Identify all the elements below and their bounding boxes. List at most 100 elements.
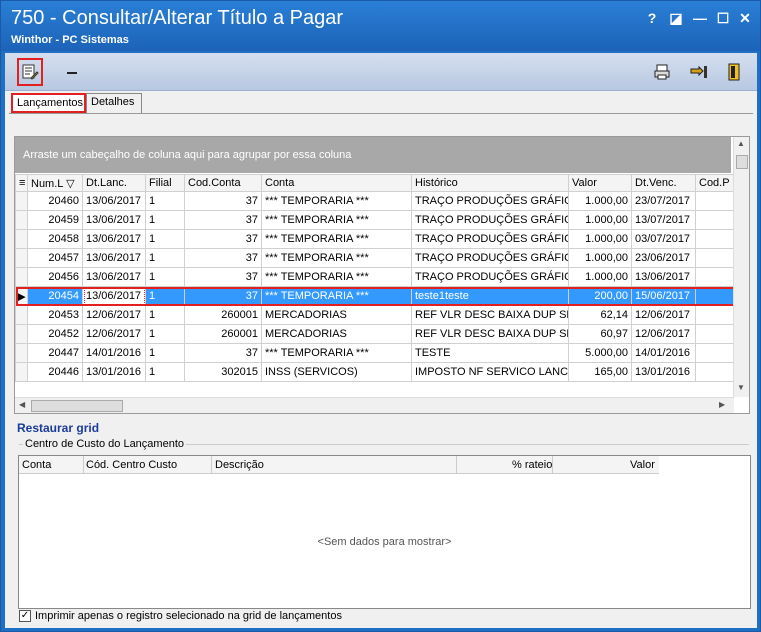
grid-cell[interactable]: 13/07/2017 xyxy=(631,210,696,230)
grid-cell[interactable]: 14/01/2016 xyxy=(631,343,696,363)
grid-cell[interactable]: 23/06/2017 xyxy=(631,248,696,268)
grid-cell[interactable]: TRAÇO PRODUÇÕES GRÁFICAS xyxy=(411,248,569,268)
grid-cell[interactable]: *** TEMPORARIA *** xyxy=(261,191,412,211)
grid-cell[interactable]: 302015 xyxy=(184,362,262,382)
cc-header-valor[interactable]: Valor xyxy=(630,459,655,471)
row-indicator[interactable] xyxy=(15,305,28,325)
grid-cell[interactable]: 1 xyxy=(145,191,185,211)
grid-cell[interactable]: 260001 xyxy=(184,324,262,344)
grid-cell[interactable]: 165,00 xyxy=(568,362,632,382)
grid-cell[interactable]: 20453 xyxy=(27,305,83,325)
grid-cell[interactable]: 20459 xyxy=(27,210,83,230)
header-num-lanc[interactable]: Num.L ▽ xyxy=(27,174,83,192)
lancamentos-grid[interactable]: Arraste um cabeçalho de coluna aqui para… xyxy=(14,136,750,414)
row-indicator[interactable] xyxy=(15,362,28,382)
row-indicator[interactable] xyxy=(15,248,28,268)
grid-cell[interactable]: 1.000,00 xyxy=(568,191,632,211)
grid-cell[interactable]: 20458 xyxy=(27,229,83,249)
grid-cell[interactable]: 37 xyxy=(184,267,262,287)
grid-cell[interactable]: INSS (SERVICOS) xyxy=(261,362,412,382)
grid-cell[interactable]: 1 xyxy=(145,343,185,363)
grid-cell[interactable]: 1.000,00 xyxy=(568,229,632,249)
scroll-left-icon[interactable]: ◀ xyxy=(19,400,25,409)
grid-cell[interactable]: TRAÇO PRODUÇÕES GRÁFICAS xyxy=(411,229,569,249)
grid-cell[interactable]: 20460 xyxy=(27,191,83,211)
row-indicator[interactable] xyxy=(15,267,28,287)
print-option[interactable]: ✓ Imprimir apenas o registro selecionado… xyxy=(19,610,342,622)
restore-grid-link[interactable]: Restaurar grid xyxy=(17,421,99,435)
table-row[interactable]: 20460 13/06/2017 1 37 *** TEMPORARIA *** TRAÇ… xyxy=(15,191,735,211)
grid-cell[interactable]: 1.000,00 xyxy=(568,267,632,287)
header-historico[interactable]: Histórico xyxy=(411,174,569,192)
row-indicator[interactable] xyxy=(15,229,28,249)
print-button[interactable] xyxy=(651,61,673,83)
grid-vertical-scrollbar[interactable]: ▲ ▼ xyxy=(733,137,749,397)
grid-cell[interactable]: 13/06/2017 xyxy=(82,229,146,249)
grid-cell[interactable]: 20452 xyxy=(27,324,83,344)
header-filial[interactable]: Filial xyxy=(145,174,185,192)
grid-cell[interactable]: 13/06/2017 xyxy=(82,191,146,211)
minimize-button[interactable]: — xyxy=(690,9,710,27)
exit-button[interactable] xyxy=(723,61,745,83)
header-cod-p[interactable]: Cod.P xyxy=(695,174,735,192)
grid-cell[interactable]: *** TEMPORARIA *** xyxy=(261,267,412,287)
grid-cell[interactable]: 13/06/2017 xyxy=(82,210,146,230)
cc-header-conta[interactable]: Conta xyxy=(22,459,51,471)
tab-lancamentos[interactable]: Lançamentos xyxy=(11,93,86,113)
grid-cell[interactable] xyxy=(695,267,735,287)
scroll-right-icon[interactable]: ▶ xyxy=(719,400,725,409)
grid-cell[interactable]: 12/06/2017 xyxy=(82,324,146,344)
row-indicator[interactable] xyxy=(15,210,28,230)
group-by-area[interactable]: Arraste um cabeçalho de coluna aqui para… xyxy=(15,137,731,173)
selected-table-row[interactable]: ▶ 20454 13/06/2017 1 37 *** TEMPORARIA *** tes… xyxy=(15,286,735,306)
grid-cell[interactable]: 20457 xyxy=(27,248,83,268)
grid-cell[interactable]: 62,14 xyxy=(568,305,632,325)
print-selected-label[interactable]: Imprimir apenas o registro selecionado n… xyxy=(35,610,342,622)
grid-cell[interactable]: 37 xyxy=(184,248,262,268)
grid-cell[interactable]: 15/06/2017 xyxy=(631,286,696,306)
grid-cell[interactable]: 13/01/2016 xyxy=(631,362,696,382)
header-conta[interactable]: Conta xyxy=(261,174,412,192)
grid-cell[interactable]: 37 xyxy=(184,210,262,230)
grid-cell[interactable]: REF VLR DESC BAIXA DUP SEL 1 xyxy=(411,305,569,325)
collapse-button[interactable] xyxy=(61,62,83,84)
row-indicator[interactable]: ▶ xyxy=(15,286,28,306)
table-row[interactable]: 20457 13/06/2017 1 37 *** TEMPORARIA *** TRAÇ… xyxy=(15,248,735,268)
grid-cell[interactable]: 13/06/2017 xyxy=(82,286,146,306)
grid-cell[interactable]: TESTE xyxy=(411,343,569,363)
row-indicator[interactable] xyxy=(15,343,28,363)
grid-cell[interactable]: 12/06/2017 xyxy=(631,324,696,344)
table-row[interactable]: 20458 13/06/2017 1 37 *** TEMPORARIA *** TRAÇ… xyxy=(15,229,735,249)
grid-cell[interactable]: 23/07/2017 xyxy=(631,191,696,211)
grid-cell[interactable]: 12/06/2017 xyxy=(631,305,696,325)
header-valor[interactable]: Valor xyxy=(568,174,632,192)
grid-cell[interactable]: 1.000,00 xyxy=(568,210,632,230)
grid-cell[interactable]: 13/06/2017 xyxy=(82,267,146,287)
grid-cell[interactable]: 5.000,00 xyxy=(568,343,632,363)
edit-record-button[interactable] xyxy=(17,58,43,86)
grid-cell[interactable]: 14/01/2016 xyxy=(82,343,146,363)
grid-cell[interactable]: 37 xyxy=(184,286,262,306)
grid-cell[interactable]: 37 xyxy=(184,191,262,211)
grid-cell[interactable]: TRAÇO PRODUÇÕES GRÁFICAS xyxy=(411,210,569,230)
grid-cell[interactable]: 1.000,00 xyxy=(568,248,632,268)
grid-cell[interactable]: 20447 xyxy=(27,343,83,363)
print-selected-checkbox[interactable]: ✓ xyxy=(19,610,31,622)
table-row[interactable]: 20459 13/06/2017 1 37 *** TEMPORARIA *** TRAÇ… xyxy=(15,210,735,230)
grid-cell[interactable]: 20446 xyxy=(27,362,83,382)
grid-cell[interactable]: 260001 xyxy=(184,305,262,325)
grid-cell[interactable]: *** TEMPORARIA *** xyxy=(261,210,412,230)
grid-cell[interactable]: *** TEMPORARIA *** xyxy=(261,286,412,306)
header-cod-conta[interactable]: Cod.Conta xyxy=(184,174,262,192)
row-indicator[interactable] xyxy=(15,324,28,344)
grid-cell[interactable]: 1 xyxy=(145,267,185,287)
grid-cell[interactable]: 37 xyxy=(184,229,262,249)
grid-cell[interactable]: 200,00 xyxy=(568,286,632,306)
grid-cell[interactable]: 13/06/2017 xyxy=(82,248,146,268)
horizontal-scroll-thumb[interactable] xyxy=(31,400,123,412)
row-indicator[interactable] xyxy=(15,191,28,211)
grid-cell[interactable]: 1 xyxy=(145,229,185,249)
settings-button[interactable] xyxy=(688,61,710,83)
header-dt-lanc[interactable]: Dt.Lanc. xyxy=(82,174,146,192)
grid-cell[interactable]: 1 xyxy=(145,362,185,382)
